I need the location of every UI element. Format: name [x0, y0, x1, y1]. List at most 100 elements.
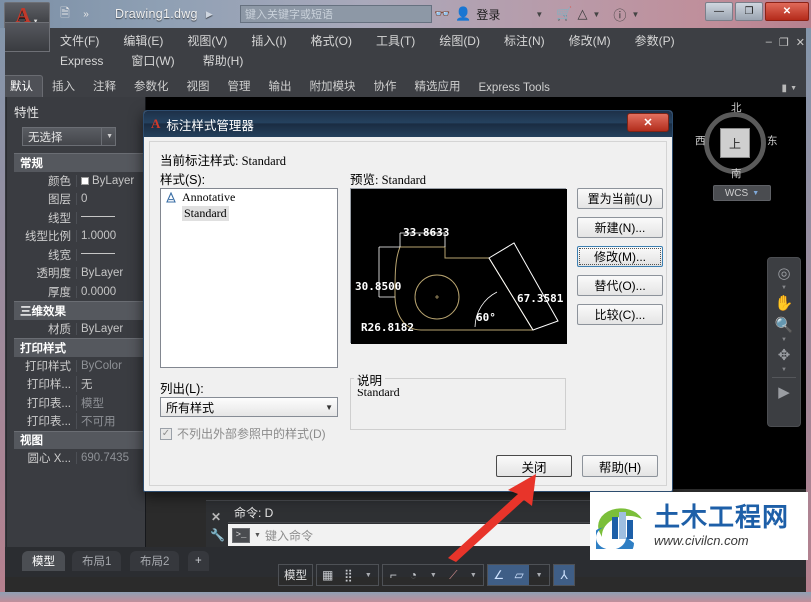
property-group-view[interactable]: 视图: [14, 430, 146, 449]
tab-parametric[interactable]: 参数化: [125, 76, 178, 97]
set-current-button[interactable]: 置为当前(U): [577, 188, 663, 209]
property-row-linetype-scale[interactable]: 线型比例 1.0000: [14, 227, 146, 246]
close-dialog-button[interactable]: 关闭: [496, 455, 572, 477]
chevron-down-icon[interactable]: ▼: [358, 565, 378, 585]
property-row-lineweight[interactable]: 线宽: [14, 246, 146, 265]
menu-item-draw[interactable]: 绘图(D): [435, 30, 484, 51]
list-item[interactable]: Annotative: [161, 189, 337, 205]
property-row-plot-table-attached[interactable]: 打印表... 模型: [14, 394, 146, 413]
tab-output[interactable]: 输出: [260, 76, 301, 97]
property-group-plot-style[interactable]: 打印样式: [14, 338, 146, 357]
drawing-close-button[interactable]: ✕: [796, 36, 805, 49]
tab-featured-apps[interactable]: 精选应用: [406, 76, 470, 97]
chevron-down-icon[interactable]: ▼: [781, 367, 787, 373]
chevron-down-icon[interactable]: ▼: [781, 337, 787, 343]
signin-dropdown-icon[interactable]: ▼: [535, 10, 543, 19]
property-group-3d-effects[interactable]: 三维效果: [14, 301, 146, 320]
autodesk-cloud-icon[interactable]: △: [578, 6, 588, 22]
help-icon[interactable]: ⓘ: [613, 5, 626, 24]
list-filter-combo[interactable]: 所有样式 ▼: [160, 397, 338, 417]
snap-mode-toggle[interactable]: ⣿: [338, 565, 358, 585]
ribbon-panel-dropdown[interactable]: ▮ ▼: [782, 83, 797, 94]
steering-wheel-icon[interactable]: ◎: [777, 263, 790, 283]
show-motion-icon[interactable]: ▶: [778, 382, 790, 402]
menu-item-dimension[interactable]: 标注(N): [500, 30, 549, 51]
layout-tab-model[interactable]: 模型: [22, 551, 65, 571]
add-layout-button[interactable]: +: [188, 551, 209, 571]
more-icon[interactable]: »: [77, 5, 95, 23]
orbit-icon[interactable]: ✥: [778, 345, 791, 365]
modify-style-button[interactable]: 修改(M)...: [577, 246, 663, 267]
view-cube-top-face[interactable]: 上: [720, 128, 750, 158]
view-cube-north-label[interactable]: 北: [731, 100, 742, 115]
chevron-down-icon[interactable]: ▼: [463, 565, 483, 585]
new-document-icon[interactable]: 🗎: [56, 5, 74, 23]
compare-style-button[interactable]: 比较(C)...: [577, 304, 663, 325]
tab-annotate[interactable]: 注释: [84, 76, 125, 97]
view-cube-west-label[interactable]: 西: [695, 133, 706, 148]
maximize-button[interactable]: ❐: [735, 2, 763, 21]
application-menu-icon[interactable]: [4, 22, 50, 52]
document-dropdown-icon[interactable]: ▶: [206, 9, 213, 20]
ortho-mode-toggle[interactable]: ⌐: [383, 565, 403, 585]
property-row-thickness[interactable]: 厚度 0.0000: [14, 283, 146, 302]
dynamic-ucs-toggle[interactable]: ▱: [509, 565, 530, 585]
property-row-plot-style-table[interactable]: 打印样... 无: [14, 375, 146, 394]
view-cube-east-label[interactable]: 东: [767, 133, 778, 148]
user-icon[interactable]: 👤: [455, 6, 471, 22]
tab-home[interactable]: 默认: [0, 75, 43, 97]
menu-item-file[interactable]: 文件(F): [56, 30, 103, 51]
menu-item-insert[interactable]: 插入(I): [247, 30, 290, 51]
menu-item-format[interactable]: 格式(O): [307, 30, 356, 51]
help-button[interactable]: 帮助(H): [582, 455, 658, 477]
exclude-xref-checkbox-row[interactable]: ✓ 不列出外部参照中的样式(D): [160, 425, 326, 442]
menu-item-edit[interactable]: 编辑(E): [119, 30, 167, 51]
property-row-material[interactable]: 材质 ByLayer: [14, 320, 146, 339]
tab-manage[interactable]: 管理: [219, 76, 260, 97]
grid-display-toggle[interactable]: ▦: [317, 565, 338, 585]
chevron-down-icon[interactable]: ▼: [423, 565, 443, 585]
drawing-minimize-button[interactable]: –: [766, 36, 772, 49]
annotation-visibility-toggle[interactable]: ⅄: [554, 565, 575, 585]
selection-combo[interactable]: 无选择 ▼: [22, 127, 116, 146]
wrench-icon[interactable]: 🔧: [210, 528, 225, 542]
binoculars-icon[interactable]: 👓: [434, 6, 450, 22]
menu-item-window[interactable]: 窗口(W): [127, 50, 178, 71]
property-row-layer[interactable]: 图层 0: [14, 190, 146, 209]
cloud-dropdown-icon[interactable]: ▼: [593, 10, 601, 19]
styles-list[interactable]: Annotative Standard: [160, 188, 338, 368]
dialog-title-bar[interactable]: A 标注样式管理器 ✕: [144, 111, 672, 137]
menu-item-help[interactable]: 帮助(H): [199, 50, 248, 71]
signin-label[interactable]: 登录: [476, 6, 500, 23]
chevron-down-icon[interactable]: ▼: [529, 565, 549, 585]
property-row-transparency[interactable]: 透明度 ByLayer: [14, 264, 146, 283]
tab-insert[interactable]: 插入: [43, 76, 84, 97]
tab-collaborate[interactable]: 协作: [365, 76, 406, 97]
view-cube-south-label[interactable]: 南: [731, 166, 742, 181]
model-space-button[interactable]: 模型: [279, 565, 312, 585]
property-row-plot-style[interactable]: 打印样式 ByColor: [14, 357, 146, 376]
menu-item-tools[interactable]: 工具(T): [372, 30, 419, 51]
minimize-button[interactable]: —: [705, 2, 733, 21]
pan-hand-icon[interactable]: ✋: [775, 293, 794, 313]
chevron-down-icon[interactable]: ▼: [254, 532, 261, 539]
close-button[interactable]: ✕: [765, 2, 809, 21]
polar-tracking-toggle[interactable]: ◔: [403, 565, 423, 585]
menu-item-parametric[interactable]: 参数(P): [631, 30, 679, 51]
close-icon[interactable]: ✕: [211, 510, 221, 524]
override-style-button[interactable]: 替代(O)...: [577, 275, 663, 296]
cart-icon[interactable]: 🛒: [556, 6, 572, 22]
layout-tab-layout2[interactable]: 布局2: [130, 551, 180, 571]
list-item[interactable]: Standard: [161, 205, 337, 221]
search-input[interactable]: 键入关键字或短语: [240, 5, 432, 23]
menu-item-modify[interactable]: 修改(M): [565, 30, 615, 51]
property-group-general[interactable]: 常规: [14, 153, 146, 172]
menu-item-express[interactable]: Express: [56, 52, 107, 70]
object-snap-tracking-toggle[interactable]: ∠: [488, 565, 510, 585]
tab-view[interactable]: 视图: [178, 76, 219, 97]
object-snap-toggle[interactable]: ⟋: [443, 565, 463, 585]
help-dropdown-icon[interactable]: ▼: [631, 10, 639, 19]
tab-addins[interactable]: 附加模块: [301, 76, 365, 97]
layout-tab-layout1[interactable]: 布局1: [72, 551, 122, 571]
view-cube[interactable]: 上 北 南 西 东: [695, 100, 778, 181]
